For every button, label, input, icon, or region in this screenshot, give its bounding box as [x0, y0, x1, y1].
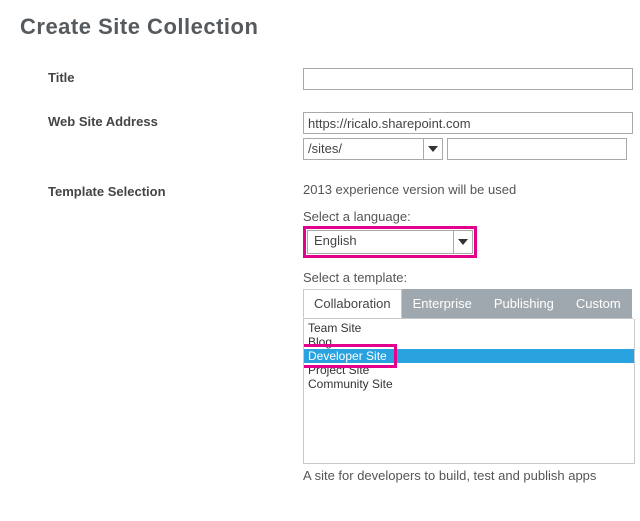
address-label: Web Site Address — [48, 112, 303, 129]
address-path-select[interactable]: /sites/ — [303, 138, 443, 160]
address-name-input[interactable] — [447, 138, 627, 160]
language-select[interactable]: English — [307, 230, 473, 254]
experience-note: 2013 experience version will be used — [303, 182, 640, 197]
tab-custom[interactable]: Custom — [565, 289, 632, 318]
language-value: English — [314, 233, 357, 248]
chevron-down-icon — [423, 139, 442, 159]
language-highlight: English — [303, 226, 477, 258]
page-title: Create Site Collection — [20, 14, 640, 40]
template-description: A site for developers to build, test and… — [303, 468, 640, 483]
template-picker-label: Select a template: — [303, 270, 640, 285]
list-item[interactable]: Team Site — [304, 321, 634, 335]
address-path-value: /sites/ — [308, 141, 342, 156]
template-list[interactable]: Team Site Blog Developer Site Project Si… — [303, 319, 635, 464]
tab-collaboration[interactable]: Collaboration — [303, 289, 402, 318]
title-input[interactable] — [303, 68, 633, 90]
template-label: Template Selection — [48, 182, 303, 199]
address-host-input[interactable] — [303, 112, 633, 134]
list-item[interactable]: Community Site — [304, 377, 634, 391]
tab-enterprise[interactable]: Enterprise — [402, 289, 483, 318]
tab-publishing[interactable]: Publishing — [483, 289, 565, 318]
language-label: Select a language: — [303, 209, 640, 224]
list-item[interactable]: Blog — [304, 335, 634, 349]
list-item-selected[interactable]: Developer Site — [304, 349, 634, 363]
list-item[interactable]: Project Site — [304, 363, 634, 377]
title-label: Title — [48, 68, 303, 85]
chevron-down-icon — [453, 231, 472, 253]
template-tabs: Collaboration Enterprise Publishing Cust… — [303, 289, 633, 319]
